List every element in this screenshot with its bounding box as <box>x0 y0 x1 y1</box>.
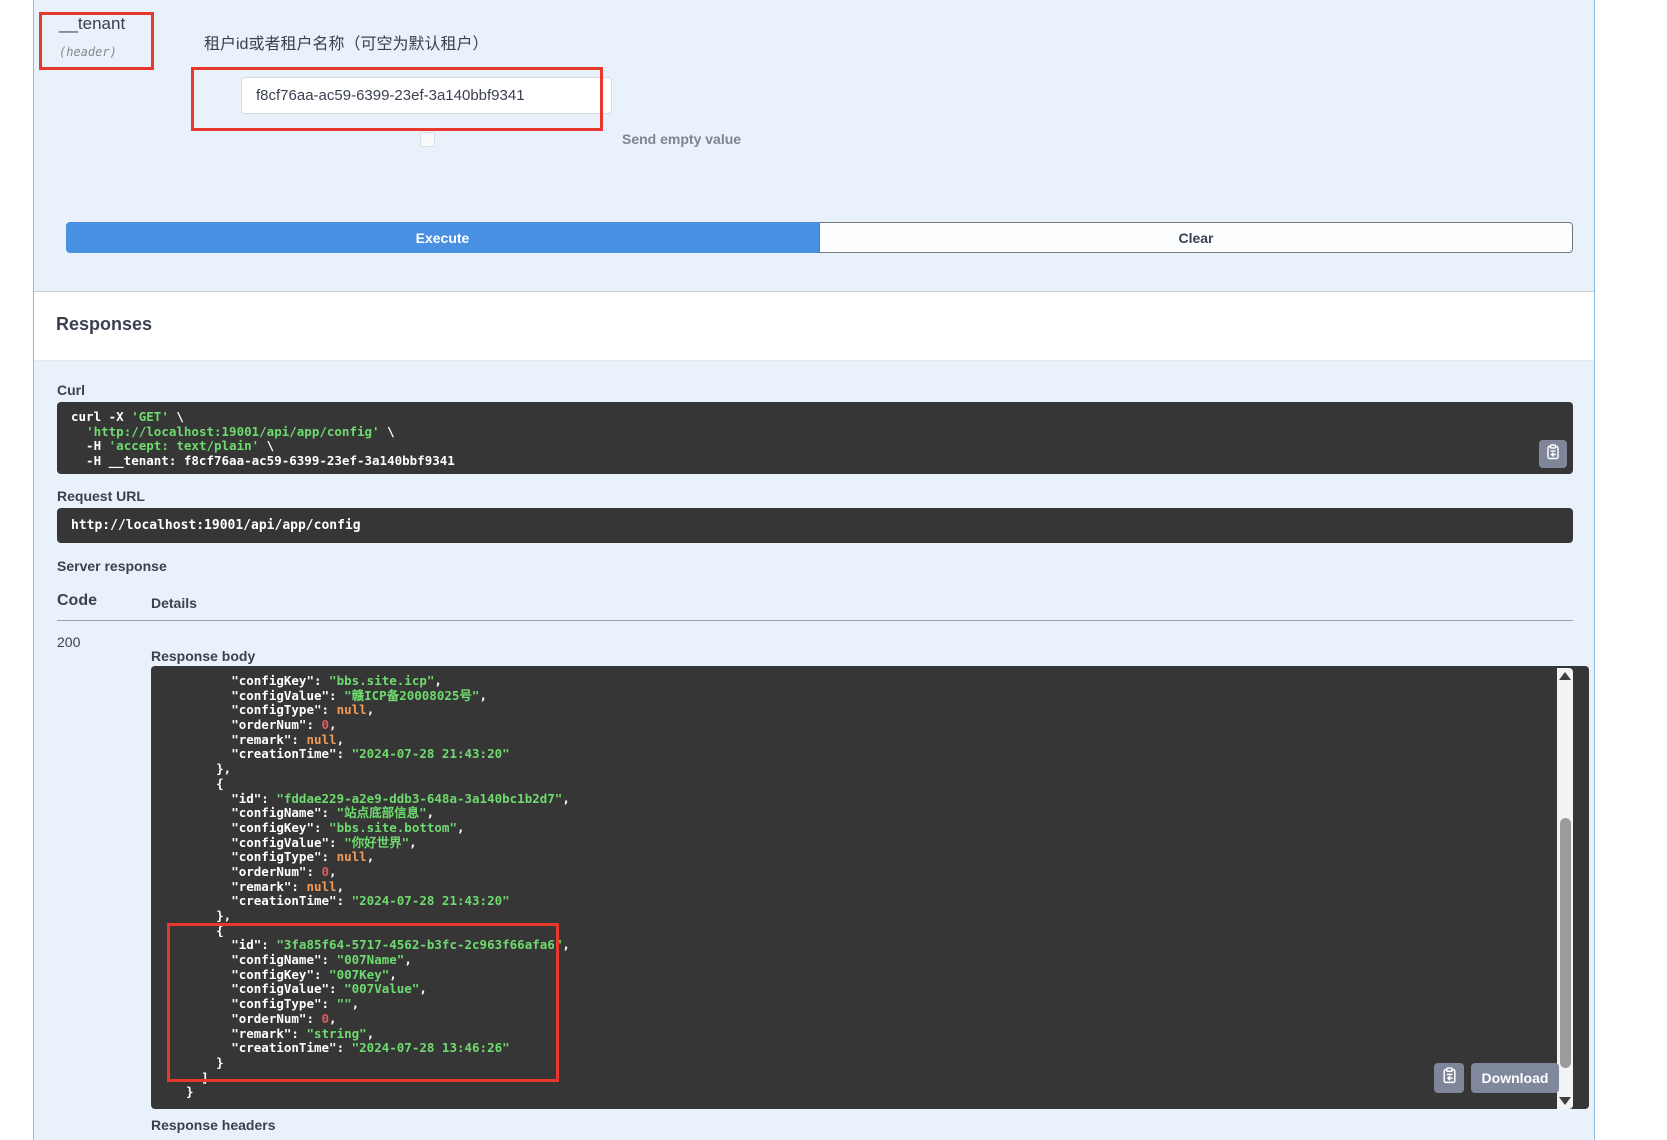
parameter-name-label: __tenant <box>59 14 125 34</box>
clipboard-icon <box>1441 1067 1458 1089</box>
response-headers-label: Response headers <box>151 1117 276 1133</box>
details-column-header: Details <box>151 595 197 611</box>
response-copy-button[interactable] <box>1434 1063 1464 1093</box>
execute-button[interactable]: Execute <box>66 222 819 253</box>
scrollbar-thumb[interactable] <box>1560 818 1571 1068</box>
scroll-down-icon[interactable] <box>1559 1097 1571 1105</box>
tenant-input[interactable] <box>241 77 612 114</box>
status-code: 200 <box>57 634 80 650</box>
response-body-scrollbar[interactable] <box>1557 668 1573 1109</box>
request-url-label: Request URL <box>57 488 145 504</box>
request-url-value: http://localhost:19001/api/app/config <box>71 518 361 533</box>
code-column-header: Code <box>57 592 97 610</box>
clear-button[interactable]: Clear <box>819 222 1573 253</box>
send-empty-value-checkbox[interactable] <box>420 132 435 147</box>
operation-panel: __tenant (header) 租户id或者租户名称（可空为默认租户） Se… <box>33 0 1595 1140</box>
send-empty-value-label: Send empty value <box>622 131 741 147</box>
parameter-description: 租户id或者租户名称（可空为默认租户） <box>204 30 488 54</box>
parameter-location-label: (header) <box>59 45 125 59</box>
server-response-label: Server response <box>57 558 167 574</box>
response-body-block: "configKey": "bbs.site.icp", "configValu… <box>151 666 1589 1109</box>
download-button[interactable]: Download <box>1471 1063 1559 1093</box>
execute-button-label: Execute <box>416 230 470 246</box>
request-url-block: http://localhost:19001/api/app/config <box>57 508 1573 543</box>
parameter-name: __tenant (header) <box>59 14 125 59</box>
curl-command-block: curl -X 'GET' \ 'http://localhost:19001/… <box>57 402 1573 474</box>
responses-title: Responses <box>56 314 152 335</box>
curl-label: Curl <box>57 382 85 398</box>
curl-copy-button[interactable] <box>1539 440 1567 468</box>
responses-section-header: Responses <box>34 291 1594 361</box>
clipboard-icon <box>1545 444 1561 465</box>
scroll-up-icon[interactable] <box>1559 672 1571 680</box>
table-divider <box>57 620 1573 621</box>
swagger-ui-screen: __tenant (header) 租户id或者租户名称（可空为默认租户） Se… <box>0 0 1667 1140</box>
download-button-label: Download <box>1482 1070 1549 1086</box>
response-body-label: Response body <box>151 648 255 664</box>
clear-button-label: Clear <box>1178 230 1213 246</box>
